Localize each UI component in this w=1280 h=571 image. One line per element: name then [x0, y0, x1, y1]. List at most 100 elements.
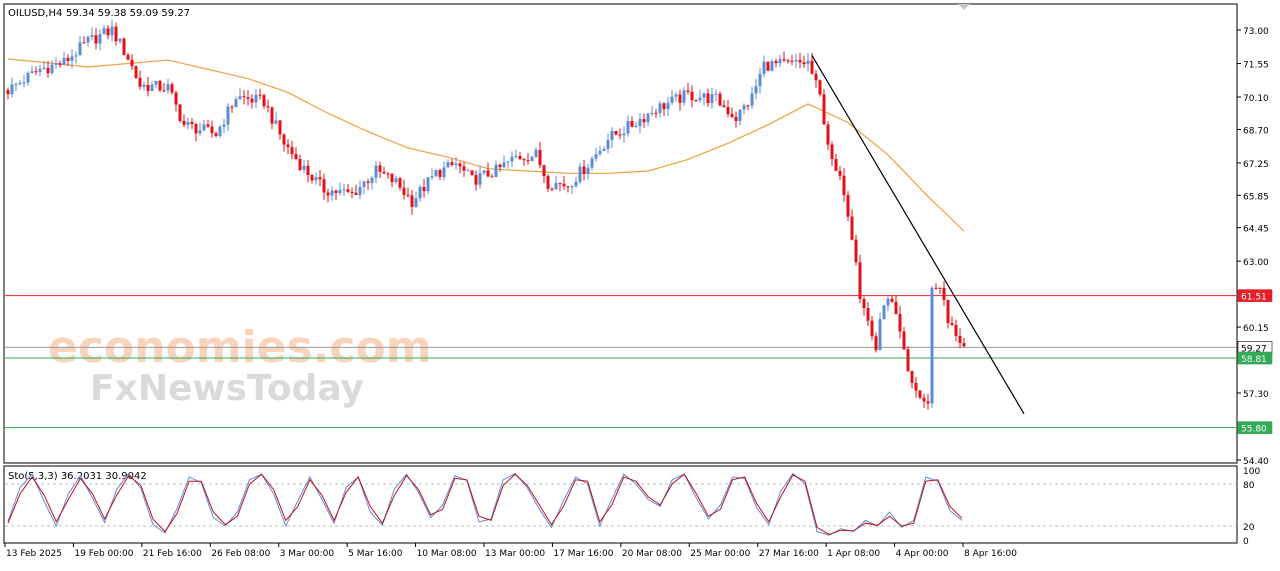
- candle-bear: [850, 216, 854, 240]
- candle-bull: [10, 84, 14, 95]
- candle-bull: [574, 181, 578, 187]
- level-tag-label: 55.80: [1241, 425, 1267, 435]
- time-tick-label: 20 Mar 08:00: [622, 549, 682, 559]
- candle-bear: [490, 176, 494, 178]
- candle-bear: [926, 401, 930, 404]
- candle-bear: [550, 188, 554, 190]
- candle-bull: [30, 71, 34, 73]
- candle-bull: [50, 64, 54, 74]
- candle-bull: [754, 86, 758, 94]
- candle-bear: [838, 170, 842, 176]
- candle-bull: [466, 170, 470, 172]
- candle-bull: [638, 119, 642, 127]
- candle-bear: [134, 66, 138, 78]
- candle-bear: [190, 122, 194, 125]
- stochastic-tick-label: 0: [1243, 537, 1249, 547]
- candle-bear: [950, 323, 954, 325]
- candle-bear: [686, 90, 690, 92]
- candle-bear: [58, 63, 62, 65]
- candle-bull: [762, 61, 766, 74]
- candle-bear: [366, 181, 370, 183]
- candle-bear: [618, 134, 622, 136]
- candle-bear: [542, 165, 546, 177]
- candle-bull: [670, 96, 674, 103]
- candle-bull: [598, 150, 602, 155]
- candle-bull: [338, 189, 342, 194]
- candle-bull: [554, 182, 558, 190]
- candle-bear: [746, 105, 750, 107]
- candle-bear: [146, 84, 150, 92]
- candle-bull: [674, 94, 678, 97]
- candle-bear: [66, 57, 70, 61]
- candle-bear: [822, 94, 826, 125]
- candle-bull: [510, 156, 514, 162]
- price-tick-label: 64.45: [1243, 225, 1269, 235]
- candle-bear: [474, 174, 478, 185]
- candle-bear: [782, 59, 786, 61]
- candle-bear: [270, 107, 274, 124]
- watermark-fxnewstoday: FxNewsToday: [90, 368, 364, 409]
- time-tick-label: 8 Apr 16:00: [964, 549, 1017, 559]
- candle-bear: [630, 121, 634, 127]
- candle-bear: [798, 59, 802, 63]
- candle-bear: [566, 186, 570, 188]
- candle-bear: [286, 144, 290, 148]
- candle-bull: [234, 99, 238, 108]
- candle-bull: [74, 55, 78, 57]
- candle-bear: [914, 382, 918, 391]
- candle-bear: [326, 192, 330, 196]
- candle-bear: [730, 113, 734, 117]
- ohlc-readout: 59.34 59.38 59.09 59.27: [66, 8, 190, 19]
- candle-bull: [794, 59, 798, 62]
- candle-bear: [230, 106, 234, 108]
- candle-bull: [626, 121, 630, 134]
- candle-bull: [418, 186, 422, 199]
- time-tick-label: 1 Apr 08:00: [827, 549, 880, 559]
- candle-bear: [826, 124, 830, 145]
- candle-bull: [506, 161, 510, 163]
- candle-bear: [114, 26, 118, 42]
- price-tick-label: 67.25: [1243, 160, 1269, 170]
- candle-bull: [742, 105, 746, 110]
- candle-bear: [802, 62, 806, 65]
- candle-bear: [654, 112, 658, 114]
- candle-bear: [298, 158, 302, 170]
- candle-bull: [534, 149, 538, 157]
- candle-bull: [586, 167, 590, 174]
- candle-bear: [126, 54, 130, 60]
- candle-bear: [438, 170, 442, 177]
- candle-bear: [306, 165, 310, 175]
- candle-bull: [14, 84, 18, 86]
- candle-bear: [642, 119, 646, 123]
- candle-bear: [846, 194, 850, 217]
- candle-bear: [614, 130, 618, 135]
- candle-bear: [582, 166, 586, 174]
- candle-bull: [758, 73, 762, 87]
- candle-bull: [358, 186, 362, 195]
- candle-bull: [454, 163, 458, 165]
- candle-bull: [434, 170, 438, 177]
- candle-bear: [46, 67, 50, 74]
- candle-bull: [666, 102, 670, 110]
- chart-window[interactable]: economies.com FxNewsToday OILUSD,H4 59.3…: [0, 0, 1280, 567]
- candle-bear: [282, 134, 286, 145]
- candle-bear: [246, 97, 250, 99]
- candle-bull: [494, 164, 498, 178]
- candle-bear: [910, 371, 914, 383]
- candle-bear: [354, 192, 358, 195]
- candle-bear: [398, 178, 402, 188]
- candle-bear: [962, 342, 966, 347]
- candle-bull: [342, 189, 346, 191]
- candle-bear: [182, 120, 186, 125]
- candle-bull: [26, 72, 30, 83]
- stochastic-tick-label: 100: [1243, 467, 1260, 477]
- candle-bear: [890, 298, 894, 302]
- price-tick-label: 54.40: [1243, 457, 1269, 467]
- candle-bull: [778, 59, 782, 64]
- price-chart[interactable]: economies.com FxNewsToday OILUSD,H4 59.3…: [0, 0, 1280, 567]
- candle-bear: [918, 390, 922, 398]
- candle-bull: [374, 165, 378, 178]
- candle-bear: [130, 59, 134, 67]
- candle-bear: [406, 194, 410, 196]
- candle-bear: [106, 28, 110, 36]
